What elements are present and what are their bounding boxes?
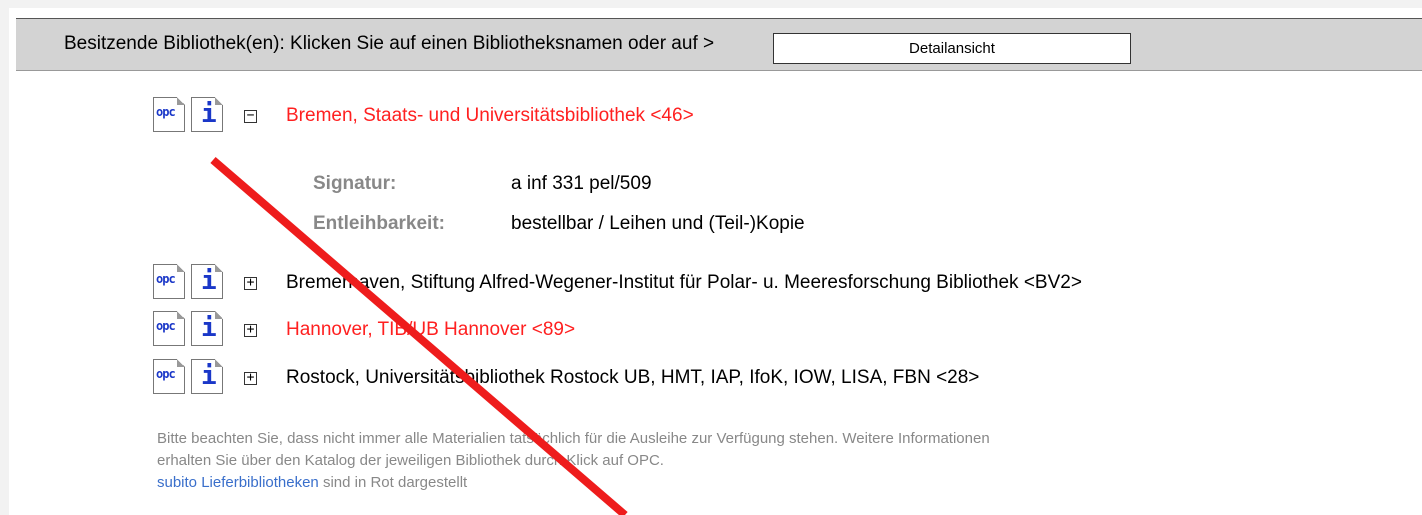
info-icon[interactable]: i bbox=[191, 311, 223, 346]
library-link-rostock[interactable]: Rostock, Universitätsbibliothek Rostock … bbox=[286, 367, 979, 389]
entleihbarkeit-label: Entleihbarkeit: bbox=[313, 213, 445, 234]
library-link-bremerhaven[interactable]: Bremerhaven, Stiftung Alfred-Wegener-Ins… bbox=[286, 272, 1082, 294]
opc-icon[interactable]: opc bbox=[153, 97, 185, 132]
expand-toggle-icon[interactable]: + bbox=[244, 371, 257, 385]
notice-line-3-rest: sind in Rot dargestellt bbox=[318, 474, 468, 491]
expand-toggle-icon[interactable]: + bbox=[244, 323, 257, 337]
expand-toggle-icon[interactable]: + bbox=[244, 276, 257, 290]
info-icon[interactable]: i bbox=[191, 359, 223, 394]
availability-notice: Bitte beachten Sie, dass nicht immer all… bbox=[157, 428, 1357, 494]
opc-icon[interactable]: opc bbox=[153, 264, 185, 299]
signatur-value: a inf 331 pel/509 bbox=[511, 173, 652, 194]
library-link-bremen[interactable]: Bremen, Staats- und Universitätsbiblioth… bbox=[286, 105, 694, 127]
opc-icon[interactable]: opc bbox=[153, 311, 185, 346]
info-icon[interactable]: i bbox=[191, 264, 223, 299]
notice-line-1: Bitte beachten Sie, dass nicht immer all… bbox=[157, 430, 990, 447]
notice-line-2: erhalten Sie über den Katalog der jeweil… bbox=[157, 452, 664, 469]
subito-link[interactable]: subito Lieferbibliotheken bbox=[157, 474, 319, 491]
detail-view-button[interactable]: Detailansicht bbox=[773, 33, 1131, 64]
info-icon[interactable]: i bbox=[191, 97, 223, 132]
header-text: Besitzende Bibliothek(en): Klicken Sie a… bbox=[64, 33, 715, 54]
notice-line-3: subito Lieferbibliotheken sind in Rot da… bbox=[157, 472, 1357, 494]
signatur-label: Signatur: bbox=[313, 173, 397, 194]
holdings-header: Besitzende Bibliothek(en): Klicken Sie a… bbox=[16, 18, 1422, 71]
entleihbarkeit-value: bestellbar / Leihen und (Teil-)Kopie bbox=[511, 213, 805, 234]
opc-icon[interactable]: opc bbox=[153, 359, 185, 394]
collapse-toggle-icon[interactable]: − bbox=[244, 109, 257, 123]
library-link-hannover[interactable]: Hannover, TIB/UB Hannover <89> bbox=[286, 319, 575, 341]
